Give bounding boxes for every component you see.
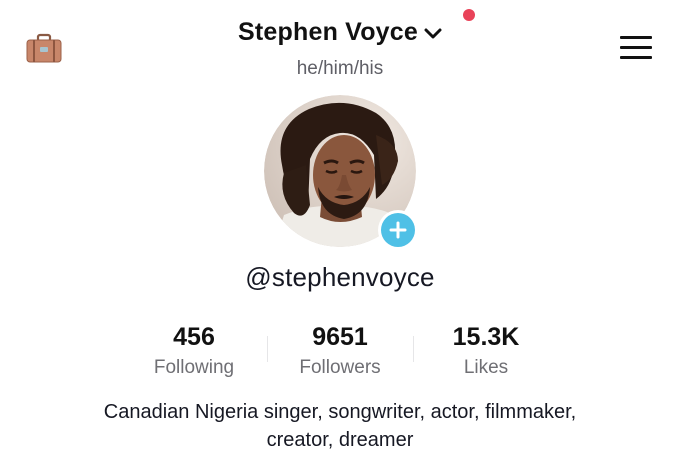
bio-line: Canadian Nigeria singer, songwriter, act… [103, 401, 577, 423]
likes-label: Likes [463, 357, 509, 378]
display-name: Stephen Voyce [238, 18, 418, 46]
following-label: Following [153, 357, 235, 378]
stat-divider [267, 336, 268, 362]
stat-divider [413, 336, 414, 362]
pronouns: he/him/his [296, 58, 384, 79]
username: @stephenvoyce [245, 262, 435, 292]
bio-line: creator, dreamer [266, 429, 414, 451]
plus-icon [389, 221, 407, 239]
profile-stats: 456 Following 9651 Followers 15.3K Likes [0, 320, 680, 380]
stat-likes[interactable]: 15.3K Likes [426, 320, 546, 382]
followers-count: 9651 [312, 323, 368, 351]
followers-label: Followers [299, 357, 381, 378]
stat-following[interactable]: 456 Following [134, 320, 254, 382]
following-count: 456 [173, 323, 215, 351]
profile-bio: Canadian Nigeria singer, songwriter, act… [0, 398, 680, 454]
stat-followers[interactable]: 9651 Followers [280, 320, 400, 382]
notification-dot [463, 9, 475, 21]
account-switcher[interactable]: Stephen Voyce [238, 18, 442, 47]
chevron-down-icon [424, 28, 442, 38]
hamburger-menu-icon[interactable] [620, 36, 652, 60]
avatar-container [264, 95, 418, 250]
profile-header: Stephen Voyce [0, 18, 680, 47]
likes-count: 15.3K [452, 323, 520, 351]
add-story-button[interactable] [378, 210, 418, 250]
